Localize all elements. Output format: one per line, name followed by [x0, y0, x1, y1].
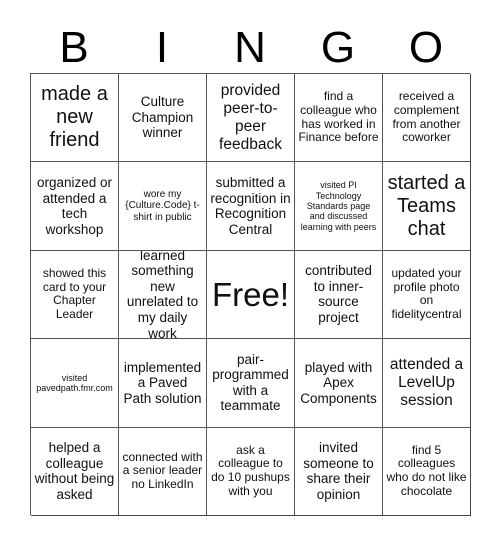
- bingo-cell[interactable]: connected with a senior leader no Linked…: [119, 427, 207, 516]
- bingo-cell[interactable]: ask a colleague to do 10 pushups with yo…: [207, 427, 295, 516]
- header-letter-n: N: [234, 23, 266, 72]
- bingo-cell[interactable]: showed this card to your Chapter Leader: [31, 250, 119, 340]
- bingo-cell[interactable]: submitted a recognition in Recognition C…: [207, 162, 295, 251]
- bingo-cell[interactable]: played with Apex Components: [295, 339, 383, 428]
- bingo-cell[interactable]: updated your profile photo on fidelityce…: [383, 250, 471, 340]
- bingo-cell[interactable]: wore my {Culture.Code} t-shirt in public: [119, 162, 207, 251]
- header-letter-o: O: [408, 23, 444, 72]
- bingo-cell[interactable]: visited pavedpath.fmr.com: [31, 339, 119, 428]
- bingo-cell[interactable]: provided peer-to-peer feedback: [207, 74, 295, 163]
- bingo-cell[interactable]: find 5 colleagues who do not like chocol…: [383, 427, 471, 516]
- bingo-cell[interactable]: invited someone to share their opinion: [295, 427, 383, 516]
- bingo-cell[interactable]: helped a colleague without being asked: [31, 427, 119, 516]
- bingo-cell[interactable]: pair-programmed with a teammate: [207, 339, 295, 428]
- bingo-cell[interactable]: organized or attended a tech workshop: [31, 162, 119, 251]
- header-letter-i: I: [155, 23, 169, 72]
- bingo-cell[interactable]: received a complement from another cowor…: [383, 74, 471, 163]
- bingo-cell[interactable]: contributed to inner-source project: [295, 250, 383, 340]
- header-letter-b: B: [59, 23, 89, 72]
- bingo-cell[interactable]: find a colleague who has worked in Finan…: [295, 74, 383, 163]
- bingo-cell[interactable]: implemented a Paved Path solution: [119, 339, 207, 428]
- free-space-cell[interactable]: Free!: [207, 250, 295, 340]
- bingo-cell[interactable]: started a Teams chat: [383, 162, 471, 251]
- bingo-cell[interactable]: visited PI Technology Standards page and…: [295, 162, 383, 251]
- bingo-header: B I N G O: [30, 22, 470, 74]
- bingo-cell[interactable]: Culture Champion winner: [119, 74, 207, 163]
- bingo-cell[interactable]: made a new friend: [31, 74, 119, 163]
- bingo-cell[interactable]: attended a LevelUp session: [383, 339, 471, 428]
- header-letter-g: G: [320, 23, 356, 72]
- bingo-cell[interactable]: learned something new unrelated to my da…: [119, 250, 207, 340]
- bingo-board: made a new friend Culture Champion winne…: [30, 73, 471, 516]
